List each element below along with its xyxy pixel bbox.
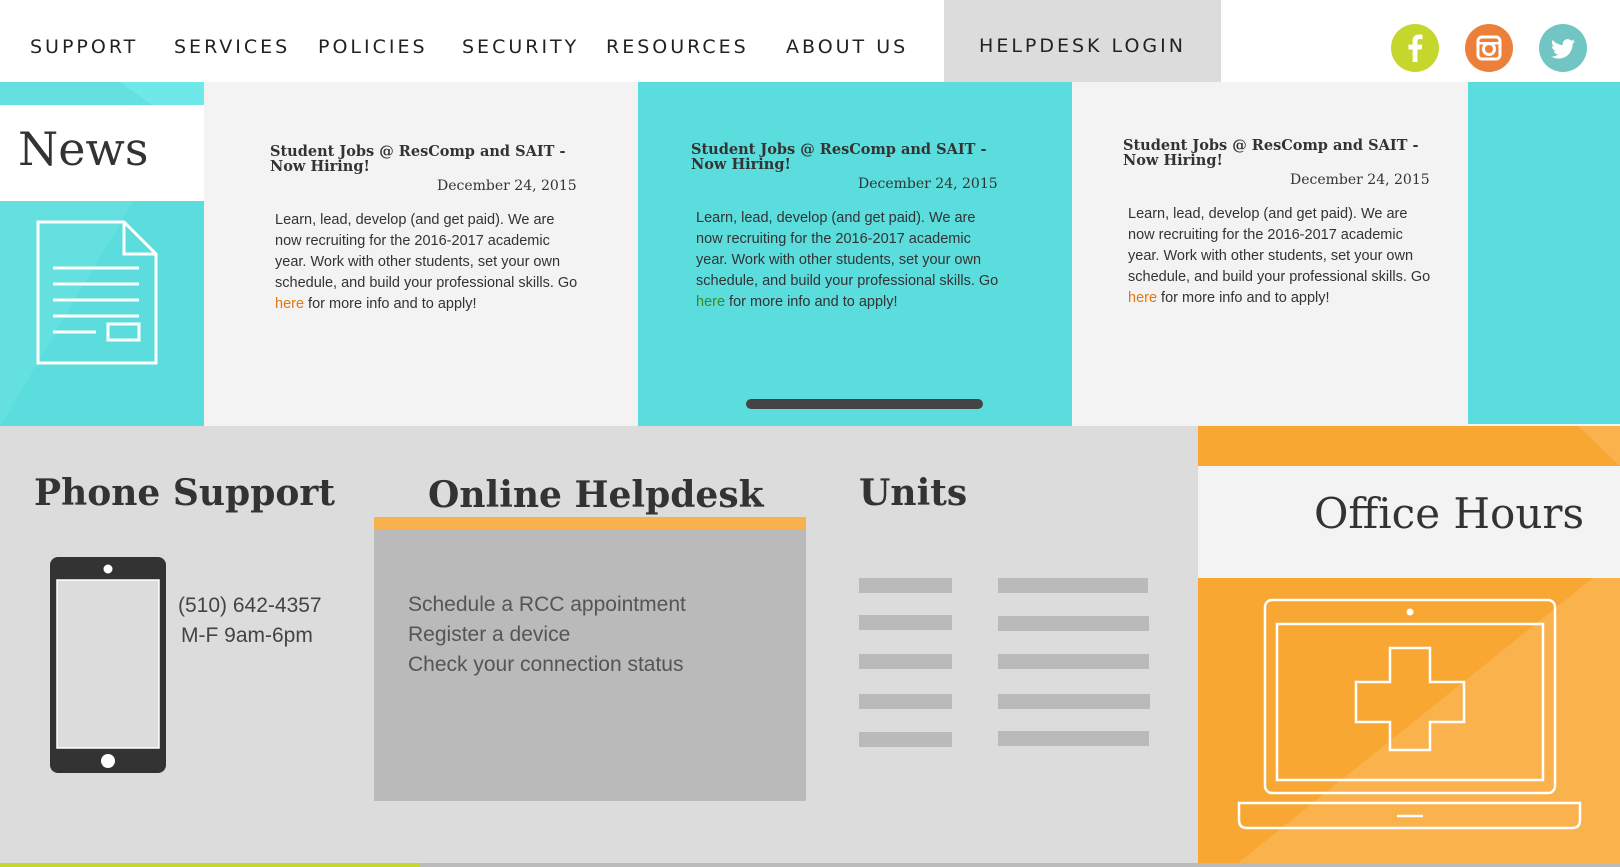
news-card-link[interactable]: here: [1128, 290, 1157, 306]
phone-number[interactable]: (510) 642-4357: [178, 594, 322, 618]
document-icon: [36, 220, 158, 365]
nav-item-services[interactable]: SERVICES: [174, 36, 290, 58]
units-title[interactable]: Units: [859, 472, 967, 514]
facebook-icon[interactable]: [1391, 24, 1439, 72]
laptop-medical-icon: [1237, 598, 1582, 830]
office-hours-title[interactable]: Office Hours: [1314, 489, 1584, 538]
helpdesk-login-button[interactable]: HELPDESK LOGIN: [944, 0, 1221, 82]
news-strip: News Student Jobs @ ResComp and SAIT - N…: [0, 82, 1620, 426]
unit-placeholder[interactable]: [859, 694, 952, 709]
online-helpdesk-title[interactable]: Online Helpdesk: [428, 474, 764, 516]
phone-support-title[interactable]: Phone Support: [34, 472, 335, 514]
news-card-text-end: for more info and to apply!: [725, 294, 898, 310]
connection-status-link[interactable]: Check your connection status: [408, 653, 683, 677]
top-navigation: SUPPORT SERVICES POLICIES SECURITY RESOU…: [0, 0, 1620, 82]
news-card-body: Learn, lead, develop (and get paid). We …: [696, 208, 1006, 313]
unit-placeholder[interactable]: [998, 731, 1149, 746]
nav-item-policies[interactable]: POLICIES: [318, 36, 428, 58]
footer-accent-line: [0, 863, 420, 867]
news-card-body: Learn, lead, develop (and get paid). We …: [275, 210, 585, 315]
footer-line: [420, 863, 1620, 867]
instagram-icon[interactable]: [1465, 24, 1513, 72]
page: SUPPORT SERVICES POLICIES SECURITY RESOU…: [0, 0, 1620, 867]
news-heading: News: [18, 122, 149, 176]
unit-placeholder[interactable]: [859, 615, 952, 630]
news-card-text: Learn, lead, develop (and get paid). We …: [1128, 206, 1431, 285]
news-card-text-end: for more info and to apply!: [1157, 290, 1330, 306]
unit-placeholder[interactable]: [998, 694, 1150, 709]
news-card-date: December 24, 2015: [858, 176, 998, 192]
news-card-date: December 24, 2015: [437, 178, 577, 194]
unit-placeholder[interactable]: [859, 654, 952, 669]
twitter-icon[interactable]: [1539, 24, 1587, 72]
news-card-text: Learn, lead, develop (and get paid). We …: [275, 212, 578, 291]
news-card-link[interactable]: here: [696, 294, 725, 310]
unit-placeholder[interactable]: [998, 578, 1148, 593]
news-card: Student Jobs @ ResComp and SAIT - Now Hi…: [204, 82, 638, 426]
news-card-title[interactable]: Student Jobs @ ResComp and SAIT - Now Hi…: [270, 144, 575, 174]
news-card-body: Learn, lead, develop (and get paid). We …: [1128, 204, 1438, 309]
news-card-text-end: for more info and to apply!: [304, 296, 477, 312]
nav-item-security[interactable]: SECURITY: [462, 36, 579, 58]
news-carousel-scrollbar[interactable]: [746, 399, 983, 409]
register-device-link[interactable]: Register a device: [408, 623, 570, 647]
news-card-active: Student Jobs @ ResComp and SAIT - Now Hi…: [638, 82, 1072, 426]
unit-placeholder[interactable]: [998, 616, 1149, 631]
unit-placeholder[interactable]: [998, 654, 1149, 669]
helpdesk-accent-bar: [374, 517, 806, 529]
smartphone-icon: [50, 557, 166, 773]
news-card-peek[interactable]: [1468, 82, 1620, 424]
news-card: Student Jobs @ ResComp and SAIT - Now Hi…: [1072, 82, 1468, 426]
news-card-date: December 24, 2015: [1290, 172, 1430, 188]
news-card-text: Learn, lead, develop (and get paid). We …: [696, 210, 999, 289]
news-card-link[interactable]: here: [275, 296, 304, 312]
schedule-appointment-link[interactable]: Schedule a RCC appointment: [408, 593, 686, 617]
nav-item-resources[interactable]: RESOURCES: [606, 36, 749, 58]
nav-item-support[interactable]: SUPPORT: [30, 36, 138, 58]
news-card-title[interactable]: Student Jobs @ ResComp and SAIT - Now Hi…: [691, 142, 996, 172]
phone-hours: M-F 9am-6pm: [181, 624, 313, 647]
news-card-title[interactable]: Student Jobs @ ResComp and SAIT - Now Hi…: [1123, 138, 1428, 168]
unit-placeholder[interactable]: [859, 732, 952, 747]
nav-item-about-us[interactable]: ABOUT US: [786, 36, 908, 58]
unit-placeholder[interactable]: [859, 578, 952, 593]
